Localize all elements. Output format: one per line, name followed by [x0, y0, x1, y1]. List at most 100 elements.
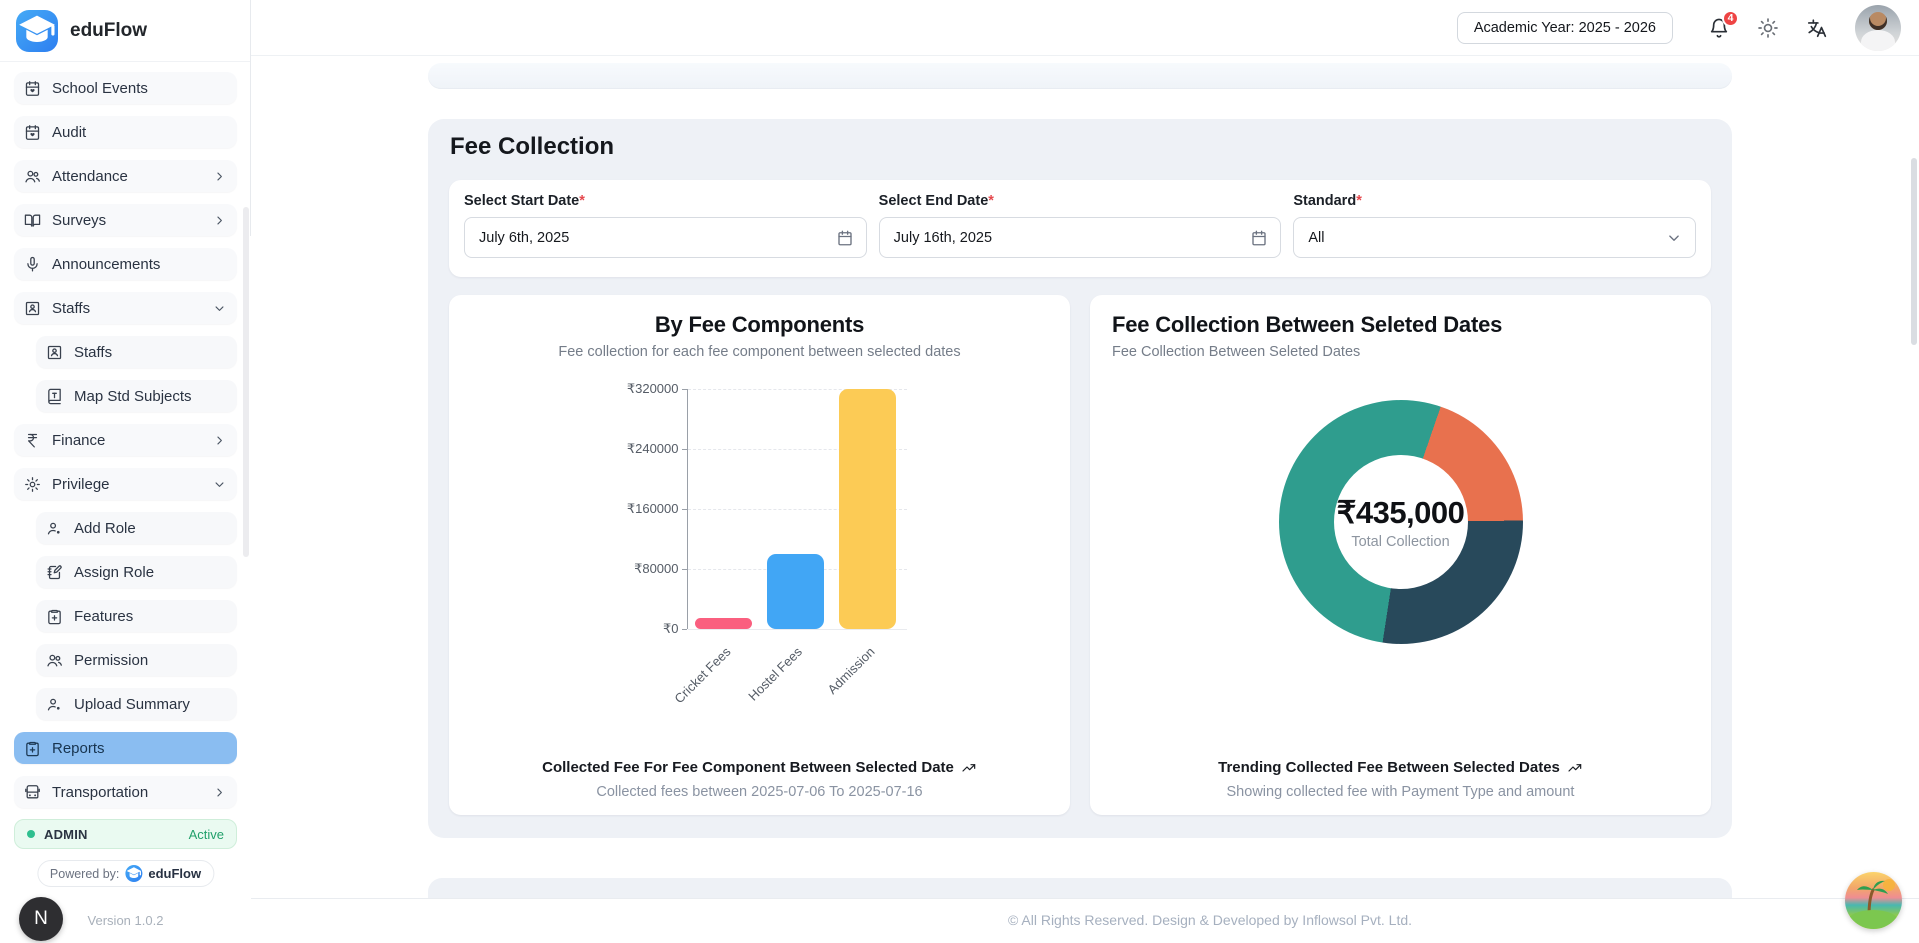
standard-value: All	[1308, 230, 1665, 246]
graduation-cap-icon	[125, 865, 142, 882]
book-open-icon	[24, 212, 41, 229]
donut-chart-title: Fee Collection Between Seleted Dates	[1112, 312, 1711, 338]
bar-chart-title: By Fee Components	[449, 312, 1070, 338]
sidebar-item-assign-role[interactable]: Assign Role	[36, 556, 237, 588]
sidebar-item-reports[interactable]: Reports	[14, 732, 237, 764]
powered-by-label: Powered by:	[50, 867, 119, 881]
sidebar-item-transportation[interactable]: Transportation	[14, 776, 237, 808]
sidebar-item-school-events[interactable]: School Events	[14, 72, 237, 104]
donut-chart-subtitle: Fee Collection Between Seleted Dates	[1112, 344, 1711, 360]
sidebar-item-label: Permission	[74, 652, 148, 669]
y-axis-tick-label: ₹320000	[599, 381, 679, 397]
sidebar-item-upload-summary[interactable]: Upload Summary	[36, 688, 237, 720]
sidebar-item-label: Map Std Subjects	[74, 388, 192, 405]
sidebar-item-attendance[interactable]: Attendance	[14, 160, 237, 192]
bar-chart-subtitle: Fee collection for each fee component be…	[449, 344, 1070, 360]
sidebar-item-finance[interactable]: Finance	[14, 424, 237, 456]
chevron-down-icon	[212, 301, 227, 316]
role-label: ADMIN	[44, 827, 88, 842]
academic-year-button[interactable]: Academic Year: 2025 - 2026	[1457, 12, 1673, 44]
section-title: Fee Collection	[450, 133, 614, 161]
badge-user-icon	[24, 300, 41, 317]
window-scrollbar[interactable]	[1911, 158, 1917, 345]
start-date-input[interactable]: July 6th, 2025	[464, 217, 867, 258]
end-date-input[interactable]: July 16th, 2025	[879, 217, 1282, 258]
gridline	[688, 629, 907, 630]
chevron-right-icon	[212, 169, 227, 184]
bar-chart[interactable]: ₹0₹80000₹160000₹240000₹320000Cricket Fee…	[595, 382, 925, 696]
standard-label: Standard*	[1293, 193, 1696, 209]
sidebar-scrollbar[interactable]	[243, 207, 249, 557]
bar-chart-footer-subtitle: Collected fees between 2025-07-06 To 202…	[449, 784, 1070, 800]
user-plus-icon	[46, 696, 63, 713]
bar-chart-plot	[687, 389, 903, 629]
x-axis-label: Hostel Fees	[745, 644, 805, 704]
next-section-card-top	[428, 878, 1732, 898]
bar-hostel-fees[interactable]	[767, 554, 824, 629]
start-date-field: Select Start Date* July 6th, 2025	[464, 193, 867, 277]
sidebar-item-privilege[interactable]: Privilege	[14, 468, 237, 500]
sidebar-item-label: Finance	[52, 432, 105, 449]
sidebar-item-label: Upload Summary	[74, 696, 190, 713]
bell-icon[interactable]: 4	[1708, 17, 1730, 39]
sidebar-item-features[interactable]: Features	[36, 600, 237, 632]
mic-icon	[24, 256, 41, 273]
chevron-right-icon	[212, 433, 227, 448]
users-icon	[24, 168, 41, 185]
required-asterisk: *	[579, 193, 585, 209]
sidebar-item-label: School Events	[52, 80, 148, 97]
calendar-icon[interactable]	[836, 229, 854, 247]
sidebar-menu: School Events Audit Attendance Surveys Annou…	[0, 67, 251, 815]
rupee-icon	[24, 432, 41, 449]
end-date-field: Select End Date* July 16th, 2025	[879, 193, 1282, 277]
role-status: Active	[189, 827, 224, 842]
graduation-cap-icon	[16, 10, 58, 52]
end-date-label: Select End Date*	[879, 193, 1282, 209]
chevron-right-icon	[212, 785, 227, 800]
app-title: eduFlow	[70, 20, 147, 42]
sidebar-item-announcements[interactable]: Announcements	[14, 248, 237, 280]
previous-section-card-remnant	[428, 63, 1732, 89]
tropical-widget-button[interactable]	[1845, 872, 1902, 929]
sidebar-item-staffs[interactable]: Staffs	[14, 292, 237, 324]
standard-field: Standard* All	[1293, 193, 1696, 277]
total-collection-value: ₹435,000	[1337, 495, 1465, 531]
y-axis-tick-label: ₹240000	[599, 441, 679, 457]
sidebar-item-add-role[interactable]: Add Role	[36, 512, 237, 544]
start-date-value: July 6th, 2025	[479, 230, 836, 246]
standard-select[interactable]: All	[1293, 217, 1696, 258]
book-type-icon	[46, 388, 63, 405]
bar-band	[760, 554, 832, 629]
powered-by-pill[interactable]: Powered by: eduFlow	[37, 860, 214, 887]
notification-widget-button[interactable]: N	[19, 897, 63, 941]
charts-row: By Fee Components Fee collection for eac…	[449, 295, 1711, 815]
role-badge[interactable]: ADMIN Active	[14, 819, 237, 849]
chevron-down-icon	[1665, 229, 1683, 247]
bar-cricket-fees[interactable]	[695, 618, 752, 629]
sidebar-item-label: Add Role	[74, 520, 136, 537]
footer-divider	[251, 898, 1919, 899]
sidebar-item-label: Surveys	[52, 212, 106, 229]
calendar-icon[interactable]	[1250, 229, 1268, 247]
sidebar-item-label: Attendance	[52, 168, 128, 185]
sidebar-item-label: Privilege	[52, 476, 110, 493]
sidebar-item-label: Features	[74, 608, 133, 625]
sidebar-item-map-std-subjects[interactable]: Map Std Subjects	[36, 380, 237, 412]
required-asterisk: *	[988, 193, 994, 209]
sidebar-item-permission[interactable]: Permission	[36, 644, 237, 676]
status-dot-icon	[27, 830, 35, 838]
sidebar-item-staffs[interactable]: Staffs	[36, 336, 237, 368]
start-date-label: Select Start Date*	[464, 193, 867, 209]
user-avatar[interactable]	[1855, 5, 1901, 51]
sidebar-item-audit[interactable]: Audit	[14, 116, 237, 148]
sidebar-item-surveys[interactable]: Surveys	[14, 204, 237, 236]
bar-band	[688, 618, 760, 629]
donut-chart-footer-title: Trending Collected Fee Between Selected …	[1218, 759, 1583, 776]
sun-icon[interactable]	[1757, 17, 1779, 39]
donut-chart[interactable]: ₹435,000 Total Collection	[1279, 400, 1523, 644]
trending-up-icon	[1567, 760, 1583, 776]
sidebar-logo[interactable]: eduFlow	[0, 0, 251, 62]
translate-icon[interactable]	[1806, 17, 1828, 39]
bar-admission[interactable]	[839, 389, 896, 629]
copyright-text: © All Rights Reserved. Design & Develope…	[251, 912, 1919, 928]
